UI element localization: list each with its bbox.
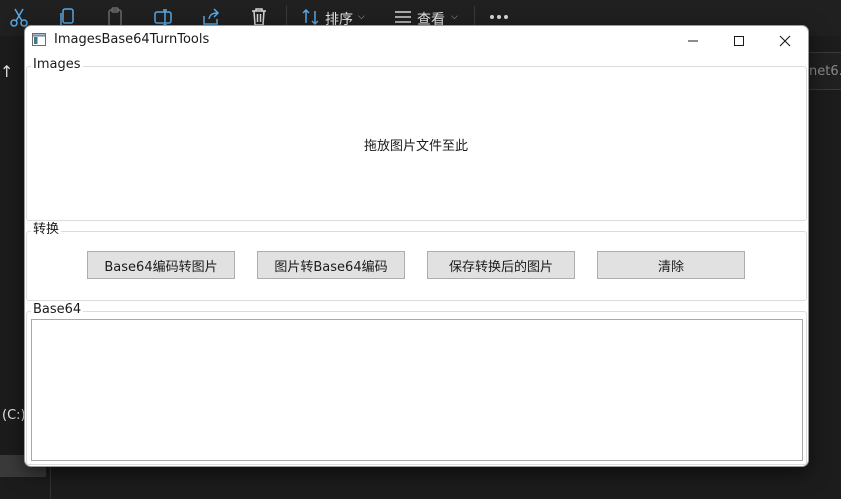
minimize-button[interactable] [670,26,716,56]
address-text: net6.0 [809,64,841,79]
base64-to-image-button[interactable]: Base64编码转图片 [87,251,235,279]
drive-label[interactable]: (C:) [2,408,26,423]
base64-textbox[interactable] [31,319,803,461]
drop-hint-text: 拖放图片文件至此 [364,139,469,154]
images-group-legend: Images [31,57,83,73]
cut-icon[interactable] [8,6,30,28]
pane-divider [50,466,51,499]
app-icon [32,33,46,46]
minimize-icon [688,40,698,42]
app-window: ImagesBase64TurnTools Images 拖放图片文件至此 转换… [24,25,809,467]
image-to-base64-button[interactable]: 图片转Base64编码 [257,251,405,279]
window-title: ImagesBase64TurnTools [54,32,210,47]
convert-group-legend: 转换 [31,222,62,238]
chevron-down-icon: ⌵ [451,12,458,22]
explorer-address-bar[interactable]: net6.0 [808,52,841,90]
close-button[interactable] [762,26,808,56]
title-bar[interactable]: ImagesBase64TurnTools [25,26,808,56]
up-arrow-icon[interactable]: ↑ [0,62,14,81]
save-image-button[interactable]: 保存转换后的图片 [427,251,575,279]
base64-group-legend: Base64 [31,302,84,318]
maximize-button[interactable] [716,26,762,56]
clear-button[interactable]: 清除 [597,251,745,279]
maximize-icon [734,36,744,46]
chevron-down-icon: ⌵ [358,12,365,22]
close-icon [779,35,791,47]
